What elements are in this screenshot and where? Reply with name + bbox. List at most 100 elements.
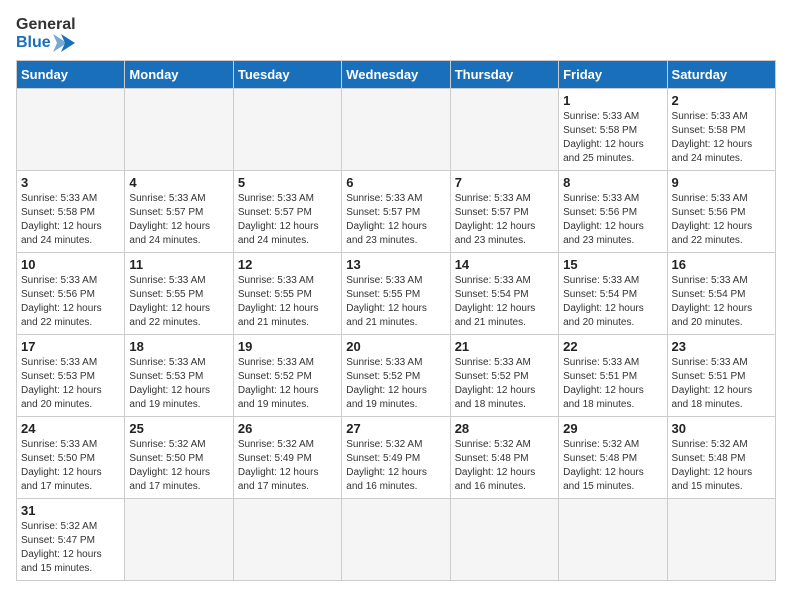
calendar-week-row: 17 Sunrise: 5:33 AM Sunset: 5:53 PM Dayli… bbox=[17, 334, 776, 416]
logo: General Blue bbox=[16, 16, 76, 52]
calendar-day-cell bbox=[559, 498, 667, 580]
calendar-day-cell: 12 Sunrise: 5:33 AM Sunset: 5:55 PM Dayli… bbox=[233, 252, 341, 334]
calendar-body: 1 Sunrise: 5:33 AM Sunset: 5:58 PM Daylig… bbox=[17, 88, 776, 580]
calendar-week-row: 31 Sunrise: 5:32 AM Sunset: 5:47 PM Dayli… bbox=[17, 498, 776, 580]
day-number: 5 bbox=[238, 175, 337, 190]
blue-triangle-icon bbox=[53, 34, 75, 52]
day-info: Sunrise: 5:33 AM Sunset: 5:57 PM Dayligh… bbox=[455, 192, 554, 248]
day-info: Sunrise: 5:33 AM Sunset: 5:54 PM Dayligh… bbox=[563, 274, 662, 330]
day-number: 7 bbox=[455, 175, 554, 190]
day-info: Sunrise: 5:32 AM Sunset: 5:50 PM Dayligh… bbox=[129, 438, 228, 494]
calendar-day-cell: 5Sunrise: 5:33 AM Sunset: 5:57 PM Daylig… bbox=[233, 170, 341, 252]
calendar-day-cell: 27Sunrise: 5:32 AM Sunset: 5:49 PM Dayli… bbox=[342, 416, 450, 498]
calendar-day-cell: 30 Sunrise: 5:32 AM Sunset: 5:48 PM Dayli… bbox=[667, 416, 775, 498]
calendar-day-cell: 1 Sunrise: 5:33 AM Sunset: 5:58 PM Daylig… bbox=[559, 88, 667, 170]
calendar-day-cell bbox=[17, 88, 125, 170]
day-number: 12 bbox=[238, 257, 337, 272]
calendar: SundayMondayTuesdayWednesdayThursdayFrid… bbox=[16, 60, 776, 581]
weekday-header-row: SundayMondayTuesdayWednesdayThursdayFrid… bbox=[17, 60, 776, 88]
day-info: Sunrise: 5:33 AM Sunset: 5:57 PM Dayligh… bbox=[129, 192, 228, 248]
calendar-day-cell: 21 Sunrise: 5:33 AM Sunset: 5:52 PM Dayli… bbox=[450, 334, 558, 416]
calendar-day-cell: 26Sunrise: 5:32 AM Sunset: 5:49 PM Dayli… bbox=[233, 416, 341, 498]
day-number: 28 bbox=[455, 421, 554, 436]
calendar-day-cell bbox=[342, 498, 450, 580]
calendar-day-cell: 6Sunrise: 5:33 AM Sunset: 5:57 PM Daylig… bbox=[342, 170, 450, 252]
calendar-day-cell: 11Sunrise: 5:33 AM Sunset: 5:55 PM Dayli… bbox=[125, 252, 233, 334]
day-number: 4 bbox=[129, 175, 228, 190]
calendar-day-cell bbox=[667, 498, 775, 580]
day-info: Sunrise: 5:33 AM Sunset: 5:55 PM Dayligh… bbox=[346, 274, 445, 330]
day-info: Sunrise: 5:33 AM Sunset: 5:53 PM Dayligh… bbox=[21, 356, 120, 412]
day-number: 3 bbox=[21, 175, 120, 190]
day-info: Sunrise: 5:33 AM Sunset: 5:52 PM Dayligh… bbox=[238, 356, 337, 412]
day-number: 30 bbox=[672, 421, 771, 436]
day-number: 6 bbox=[346, 175, 445, 190]
weekday-header-cell: Friday bbox=[559, 60, 667, 88]
calendar-week-row: 24Sunrise: 5:33 AM Sunset: 5:50 PM Dayli… bbox=[17, 416, 776, 498]
calendar-day-cell: 28 Sunrise: 5:32 AM Sunset: 5:48 PM Dayli… bbox=[450, 416, 558, 498]
day-info: Sunrise: 5:32 AM Sunset: 5:48 PM Dayligh… bbox=[455, 438, 554, 494]
day-number: 18 bbox=[129, 339, 228, 354]
weekday-header-cell: Thursday bbox=[450, 60, 558, 88]
calendar-day-cell: 15 Sunrise: 5:33 AM Sunset: 5:54 PM Dayli… bbox=[559, 252, 667, 334]
day-info: Sunrise: 5:32 AM Sunset: 5:49 PM Dayligh… bbox=[346, 438, 445, 494]
calendar-day-cell: 29Sunrise: 5:32 AM Sunset: 5:48 PM Dayli… bbox=[559, 416, 667, 498]
day-info: Sunrise: 5:33 AM Sunset: 5:50 PM Dayligh… bbox=[21, 438, 120, 494]
day-number: 19 bbox=[238, 339, 337, 354]
calendar-day-cell bbox=[125, 498, 233, 580]
calendar-day-cell: 31 Sunrise: 5:32 AM Sunset: 5:47 PM Dayli… bbox=[17, 498, 125, 580]
calendar-week-row: 1 Sunrise: 5:33 AM Sunset: 5:58 PM Daylig… bbox=[17, 88, 776, 170]
calendar-day-cell: 14Sunrise: 5:33 AM Sunset: 5:54 PM Dayli… bbox=[450, 252, 558, 334]
calendar-day-cell: 18 Sunrise: 5:33 AM Sunset: 5:53 PM Dayli… bbox=[125, 334, 233, 416]
calendar-day-cell: 23 Sunrise: 5:33 AM Sunset: 5:51 PM Dayli… bbox=[667, 334, 775, 416]
day-info: Sunrise: 5:33 AM Sunset: 5:55 PM Dayligh… bbox=[238, 274, 337, 330]
day-number: 2 bbox=[672, 93, 771, 108]
calendar-day-cell: 25 Sunrise: 5:32 AM Sunset: 5:50 PM Dayli… bbox=[125, 416, 233, 498]
day-info: Sunrise: 5:33 AM Sunset: 5:56 PM Dayligh… bbox=[563, 192, 662, 248]
calendar-day-cell: 3Sunrise: 5:33 AM Sunset: 5:58 PM Daylig… bbox=[17, 170, 125, 252]
day-number: 23 bbox=[672, 339, 771, 354]
day-info: Sunrise: 5:33 AM Sunset: 5:51 PM Dayligh… bbox=[672, 356, 771, 412]
weekday-header-cell: Tuesday bbox=[233, 60, 341, 88]
day-number: 9 bbox=[672, 175, 771, 190]
calendar-day-cell: 10 Sunrise: 5:33 AM Sunset: 5:56 PM Dayli… bbox=[17, 252, 125, 334]
weekday-header-cell: Saturday bbox=[667, 60, 775, 88]
calendar-day-cell: 7 Sunrise: 5:33 AM Sunset: 5:57 PM Daylig… bbox=[450, 170, 558, 252]
calendar-day-cell: 19 Sunrise: 5:33 AM Sunset: 5:52 PM Dayli… bbox=[233, 334, 341, 416]
day-info: Sunrise: 5:33 AM Sunset: 5:56 PM Dayligh… bbox=[672, 192, 771, 248]
day-info: Sunrise: 5:33 AM Sunset: 5:52 PM Dayligh… bbox=[346, 356, 445, 412]
calendar-day-cell: 13 Sunrise: 5:33 AM Sunset: 5:55 PM Dayli… bbox=[342, 252, 450, 334]
weekday-header-cell: Wednesday bbox=[342, 60, 450, 88]
calendar-week-row: 10 Sunrise: 5:33 AM Sunset: 5:56 PM Dayli… bbox=[17, 252, 776, 334]
day-number: 13 bbox=[346, 257, 445, 272]
calendar-day-cell bbox=[233, 498, 341, 580]
day-number: 21 bbox=[455, 339, 554, 354]
day-number: 20 bbox=[346, 339, 445, 354]
day-info: Sunrise: 5:32 AM Sunset: 5:48 PM Dayligh… bbox=[672, 438, 771, 494]
calendar-day-cell: 22Sunrise: 5:33 AM Sunset: 5:51 PM Dayli… bbox=[559, 334, 667, 416]
day-number: 25 bbox=[129, 421, 228, 436]
day-number: 10 bbox=[21, 257, 120, 272]
calendar-day-cell: 20 Sunrise: 5:33 AM Sunset: 5:52 PM Dayli… bbox=[342, 334, 450, 416]
day-number: 17 bbox=[21, 339, 120, 354]
calendar-day-cell: 24Sunrise: 5:33 AM Sunset: 5:50 PM Dayli… bbox=[17, 416, 125, 498]
calendar-day-cell: 2Sunrise: 5:33 AM Sunset: 5:58 PM Daylig… bbox=[667, 88, 775, 170]
day-number: 1 bbox=[563, 93, 662, 108]
calendar-day-cell bbox=[125, 88, 233, 170]
day-info: Sunrise: 5:32 AM Sunset: 5:47 PM Dayligh… bbox=[21, 520, 120, 576]
calendar-day-cell: 9 Sunrise: 5:33 AM Sunset: 5:56 PM Daylig… bbox=[667, 170, 775, 252]
calendar-day-cell bbox=[450, 498, 558, 580]
day-info: Sunrise: 5:33 AM Sunset: 5:54 PM Dayligh… bbox=[455, 274, 554, 330]
day-info: Sunrise: 5:33 AM Sunset: 5:52 PM Dayligh… bbox=[455, 356, 554, 412]
day-info: Sunrise: 5:33 AM Sunset: 5:53 PM Dayligh… bbox=[129, 356, 228, 412]
day-number: 31 bbox=[21, 503, 120, 518]
day-number: 8 bbox=[563, 175, 662, 190]
calendar-day-cell: 8 Sunrise: 5:33 AM Sunset: 5:56 PM Daylig… bbox=[559, 170, 667, 252]
day-info: Sunrise: 5:33 AM Sunset: 5:58 PM Dayligh… bbox=[563, 110, 662, 166]
day-info: Sunrise: 5:33 AM Sunset: 5:56 PM Dayligh… bbox=[21, 274, 120, 330]
calendar-day-cell bbox=[233, 88, 341, 170]
day-number: 29 bbox=[563, 421, 662, 436]
day-number: 15 bbox=[563, 257, 662, 272]
calendar-day-cell bbox=[450, 88, 558, 170]
day-number: 16 bbox=[672, 257, 771, 272]
